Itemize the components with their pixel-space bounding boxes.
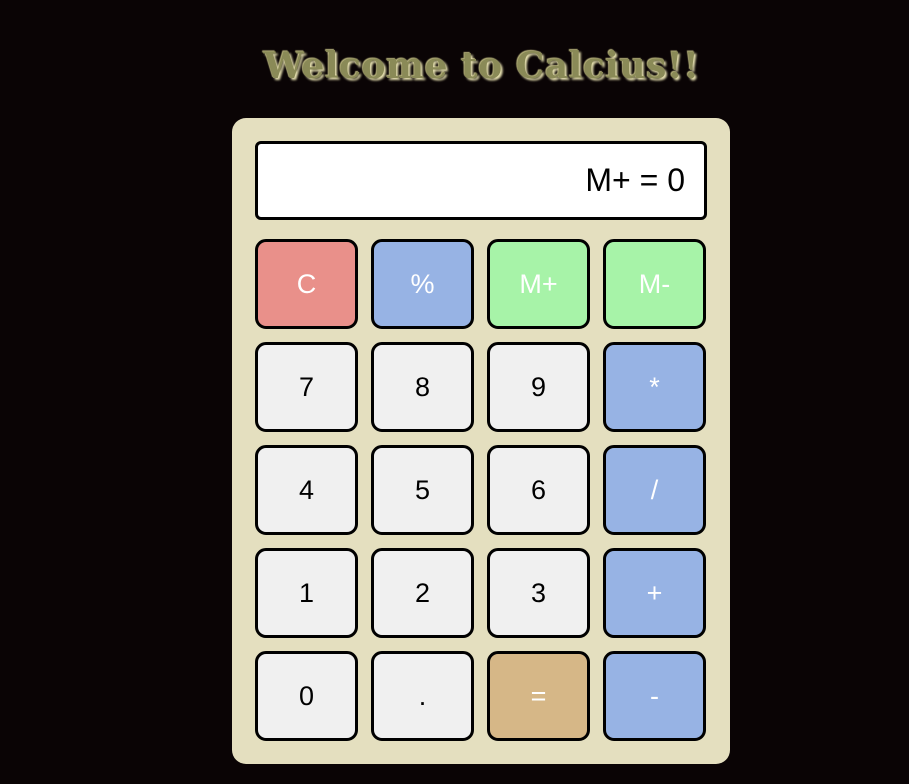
digit-7-button[interactable]: 7 [255,342,358,432]
digit-2-button[interactable]: 2 [371,548,474,638]
equals-button[interactable]: = [487,651,590,741]
clear-button[interactable]: C [255,239,358,329]
digit-4-button[interactable]: 4 [255,445,358,535]
decimal-button[interactable]: . [371,651,474,741]
digit-9-button[interactable]: 9 [487,342,590,432]
calculator: M+ = 0 C % M+ M- 7 8 9 * 4 5 6 / 1 2 3 +… [232,118,730,764]
subtract-button[interactable]: - [603,651,706,741]
percent-button[interactable]: % [371,239,474,329]
digit-6-button[interactable]: 6 [487,445,590,535]
memory-minus-button[interactable]: M- [603,239,706,329]
multiply-button[interactable]: * [603,342,706,432]
divide-button[interactable]: / [603,445,706,535]
digit-8-button[interactable]: 8 [371,342,474,432]
page-title: Welcome to Calcius!! [263,45,700,87]
memory-plus-button[interactable]: M+ [487,239,590,329]
calculator-display: M+ = 0 [255,141,707,220]
add-button[interactable]: + [603,548,706,638]
digit-5-button[interactable]: 5 [371,445,474,535]
digit-3-button[interactable]: 3 [487,548,590,638]
digit-0-button[interactable]: 0 [255,651,358,741]
digit-1-button[interactable]: 1 [255,548,358,638]
